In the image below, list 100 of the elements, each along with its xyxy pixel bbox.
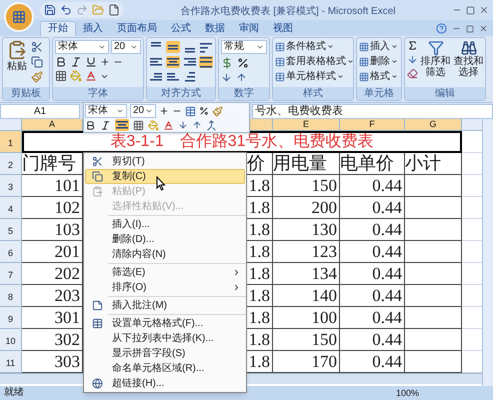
font-size-field[interactable]: 20 [130,104,156,118]
align-right-icon[interactable] [182,56,196,68]
menu-item[interactable]: 显示拼音字段(S) [85,346,245,361]
row-header[interactable]: 2 [0,153,22,175]
close-icon[interactable] [479,5,489,15]
fill-color-icon[interactable] [148,120,159,130]
grow-font-icon[interactable] [159,106,169,116]
help-icon[interactable] [436,23,447,34]
save-icon[interactable] [44,4,56,16]
currency-icon[interactable] [221,57,233,69]
percent-icon[interactable] [237,57,249,69]
menu-item[interactable]: 插入(I)... [85,217,245,232]
menu-item[interactable]: 复制(C) [85,169,245,184]
undo-icon[interactable] [60,4,72,16]
orientation-icon[interactable] [182,71,196,83]
decrease-indent-icon[interactable] [149,71,163,83]
style-menu-button[interactable]: 条件格式 [286,42,326,52]
merge-cells-icon[interactable] [199,56,214,68]
menu-item[interactable]: 删除(D)... [85,232,245,247]
font-color-icon[interactable] [85,70,97,82]
column-header[interactable]: A [22,119,83,131]
copy-icon[interactable] [31,56,43,68]
new-document-icon[interactable] [108,4,120,16]
name-box[interactable]: A1 [0,104,80,118]
format-icon[interactable] [185,106,196,116]
menu-item[interactable]: 筛选(E) [85,265,245,280]
paintbrush-icon[interactable] [31,71,43,83]
font-color-icon[interactable] [163,120,174,130]
style-menu-button[interactable]: 套用表格格式 [286,56,346,66]
scissors-icon[interactable] [31,41,43,53]
menu-item[interactable]: 从下拉列表中选择(K)... [85,331,245,346]
row-header[interactable]: 8 [0,285,22,307]
maximize-icon[interactable] [466,6,475,14]
increase-decimal-icon[interactable] [221,72,232,83]
row-header[interactable]: 5 [0,219,22,241]
decrease-decimal-icon[interactable] [192,120,202,130]
bold-icon[interactable] [85,120,96,130]
align-center-icon[interactable] [166,56,180,68]
row-header[interactable]: 3 [0,175,22,197]
office-button[interactable] [4,2,34,32]
percent-icon[interactable] [199,106,209,116]
fill-color-icon[interactable] [70,70,82,82]
ribbon-tab[interactable]: 插入 [76,21,110,36]
cells-menu-button[interactable]: 删除 [370,56,390,66]
borders-icon[interactable] [133,120,144,130]
ribbon-tab[interactable]: 开始 [40,21,76,36]
wrap-text-icon[interactable] [199,41,214,53]
row-header[interactable]: 6 [0,241,22,263]
find-select-button[interactable]: 查找和选择 [453,40,484,85]
style-menu-button[interactable]: 单元格样式 [286,72,336,82]
merge-cells-icon[interactable] [206,120,217,130]
font-name-field[interactable]: 宋体 [55,40,109,54]
number-format-field[interactable]: 常规 [221,40,267,54]
align-center-icon[interactable] [115,119,129,131]
menu-item[interactable]: 命名单元格区域(R)... [85,361,245,376]
eraser-icon[interactable] [407,68,418,79]
cells-menu-button[interactable]: 格式 [370,72,390,82]
menu-item[interactable]: 排序(O) [85,280,245,295]
bold-icon[interactable] [55,56,67,68]
cells-menu-button[interactable]: 插入 [370,42,390,52]
fill-icon[interactable] [407,54,418,65]
underline-icon[interactable] [85,56,97,68]
menu-item[interactable]: 剪切(T) [85,154,245,169]
borders-icon[interactable] [55,70,67,82]
font-name-field[interactable]: 宋体 [85,104,127,118]
font-size-field[interactable]: 20 [111,40,141,54]
decrease-decimal-icon[interactable] [236,72,247,83]
sum-icon[interactable] [407,40,418,51]
restore-icon[interactable] [466,24,474,32]
column-header[interactable]: E [273,119,340,131]
close-icon[interactable] [479,24,488,33]
ribbon-tab[interactable]: 视图 [266,21,300,36]
paste-button[interactable]: 粘贴 [5,40,29,85]
increase-indent-icon[interactable] [166,71,180,83]
italic-icon[interactable] [100,120,111,130]
ribbon-tab[interactable]: 审阅 [232,21,266,36]
formula-field[interactable]: 号水、电费收费表 [252,104,493,118]
ribbon-tab[interactable]: 数据 [198,21,232,36]
column-header[interactable]: G [405,119,462,131]
align-left-icon[interactable] [149,56,163,68]
ribbon-tab[interactable]: 公式 [164,21,198,36]
ribbon-tab[interactable]: 页面布局 [110,21,164,36]
grow-font-icon[interactable] [100,57,110,67]
row-header[interactable]: 4 [0,197,22,219]
sort-filter-button[interactable]: 排序和筛选 [420,40,451,85]
column-header[interactable]: F [340,119,405,131]
middle-align-icon[interactable] [166,41,180,53]
row-header[interactable]: 10 [0,329,22,351]
increase-decimal-icon[interactable] [178,120,188,130]
row-header[interactable]: 7 [0,263,22,285]
menu-item[interactable]: 插入批注(M) [85,298,245,313]
italic-icon[interactable] [70,56,82,68]
row-header[interactable]: 9 [0,307,22,329]
menu-item[interactable]: 清除内容(N) [85,247,245,262]
menu-item[interactable]: 超链接(H)... [85,376,245,391]
menu-item[interactable]: 设置单元格格式(F)... [85,316,245,331]
row-header[interactable]: 1 [0,131,22,153]
vertical-scrollbar[interactable] [482,119,493,386]
row-header[interactable]: 11 [0,351,22,373]
zoom-level[interactable]: 100% [396,388,419,398]
